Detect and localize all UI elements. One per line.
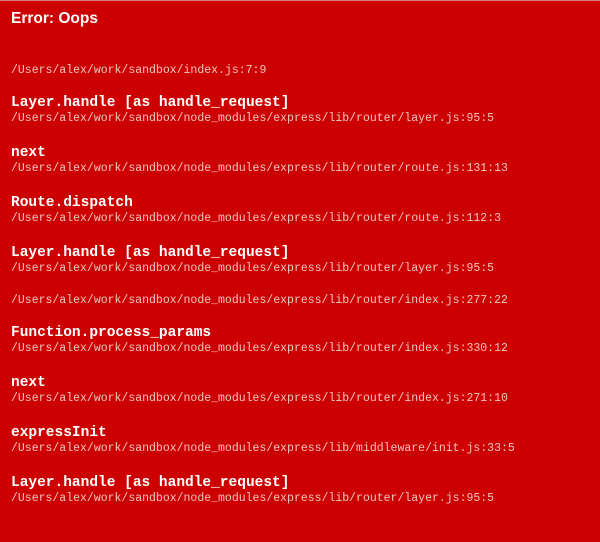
- stack-frame: Function.process_params /Users/alex/work…: [11, 325, 596, 356]
- stack-frame: Layer.handle [as handle_request] /Users/…: [11, 245, 596, 276]
- frame-location: /Users/alex/work/sandbox/node_modules/ex…: [11, 442, 515, 455]
- stack-frame: /Users/alex/work/sandbox/index.js:7:9: [11, 64, 596, 78]
- stack-frame: expressInit /Users/alex/work/sandbox/nod…: [11, 425, 596, 456]
- stack-frame: next /Users/alex/work/sandbox/node_modul…: [11, 145, 596, 176]
- error-title: Error: Oops: [11, 10, 98, 27]
- frame-location: /Users/alex/work/sandbox/node_modules/ex…: [11, 212, 501, 225]
- frame-location: /Users/alex/work/sandbox/node_modules/ex…: [11, 342, 508, 355]
- frame-function: Layer.handle [as handle_request]: [11, 245, 290, 261]
- frame-location: /Users/alex/work/sandbox/node_modules/ex…: [11, 162, 508, 175]
- frame-function: expressInit: [11, 425, 107, 441]
- stack-frame: /Users/alex/work/sandbox/node_modules/ex…: [11, 294, 596, 308]
- stack-frame: Layer.handle [as handle_request] /Users/…: [11, 95, 596, 126]
- frame-function: Layer.handle [as handle_request]: [11, 95, 290, 111]
- frame-function: Layer.handle [as handle_request]: [11, 475, 290, 491]
- frame-location: /Users/alex/work/sandbox/index.js:7:9: [11, 64, 267, 77]
- frame-location: /Users/alex/work/sandbox/node_modules/ex…: [11, 492, 495, 505]
- frame-location: /Users/alex/work/sandbox/node_modules/ex…: [11, 112, 495, 125]
- stack-frame: Layer.handle [as handle_request] /Users/…: [11, 475, 596, 506]
- frame-function: next: [11, 145, 46, 161]
- error-page: Error: Oops /Users/alex/work/sandbox/ind…: [0, 0, 600, 542]
- frame-location: /Users/alex/work/sandbox/node_modules/ex…: [11, 262, 495, 275]
- frame-function: Route.dispatch: [11, 195, 133, 211]
- frame-location: /Users/alex/work/sandbox/node_modules/ex…: [11, 294, 508, 307]
- frame-function: Function.process_params: [11, 325, 212, 341]
- stack-frame: Route.dispatch /Users/alex/work/sandbox/…: [11, 195, 596, 226]
- stack-frame: next /Users/alex/work/sandbox/node_modul…: [11, 375, 596, 406]
- frame-location: /Users/alex/work/sandbox/node_modules/ex…: [11, 392, 508, 405]
- frame-function: next: [11, 375, 46, 391]
